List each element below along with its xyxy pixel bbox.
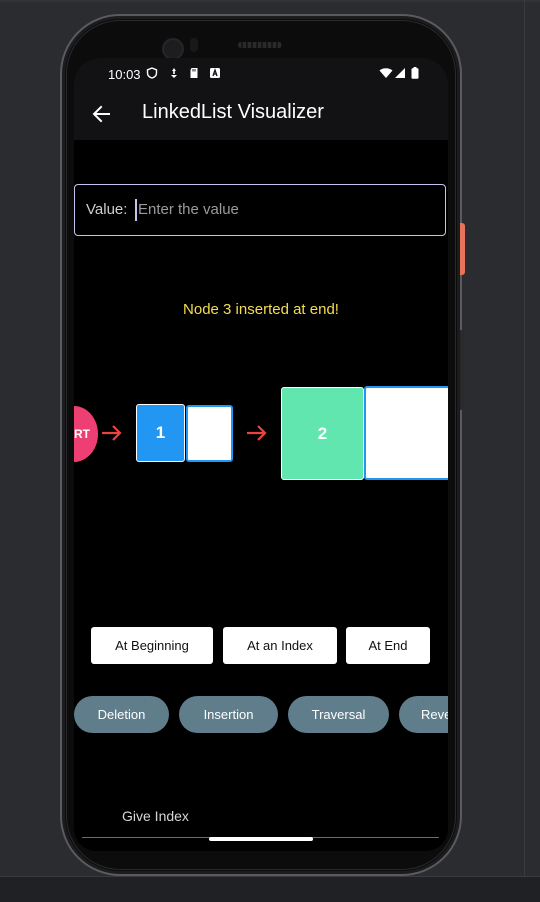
battery-icon bbox=[411, 67, 419, 79]
text-cursor bbox=[135, 199, 137, 221]
status-bar: 10:03 bbox=[74, 58, 448, 88]
value-input-placeholder: Enter the value bbox=[138, 201, 239, 218]
arrow-right-icon bbox=[102, 425, 122, 441]
device-screen: 10:03 LinkedList Visualizer Value: Enter… bbox=[74, 58, 448, 851]
autofill-icon bbox=[210, 67, 220, 78]
volume-button[interactable] bbox=[460, 330, 464, 410]
power-button[interactable] bbox=[460, 223, 465, 275]
start-node: RT bbox=[74, 406, 98, 462]
at-beginning-button[interactable]: At Beginning bbox=[91, 627, 213, 664]
node-1-next-pointer bbox=[186, 405, 233, 462]
traversal-chip[interactable]: Traversal bbox=[288, 696, 389, 733]
shield-icon bbox=[146, 67, 158, 79]
arrow-right-icon bbox=[247, 425, 267, 441]
at-index-button[interactable]: At an Index bbox=[223, 627, 337, 664]
signal-icon bbox=[395, 68, 405, 78]
status-time: 10:03 bbox=[108, 67, 141, 82]
emulator-top-edge bbox=[0, 0, 540, 2]
data-saver-icon bbox=[171, 68, 177, 78]
insertion-chip[interactable]: Insertion bbox=[179, 696, 278, 733]
emulator-bottom-bar bbox=[0, 876, 540, 902]
node-1-data: 1 bbox=[136, 404, 185, 462]
app-bar: LinkedList Visualizer bbox=[74, 88, 448, 140]
node-2-next-pointer bbox=[364, 386, 448, 480]
node-2-value: 2 bbox=[317, 423, 328, 443]
node-1-value: 1 bbox=[155, 423, 166, 442]
sd-card-icon bbox=[190, 68, 198, 78]
sensor-icon bbox=[190, 38, 198, 52]
deletion-chip[interactable]: Deletion bbox=[74, 696, 169, 733]
index-input-placeholder[interactable]: Give Index bbox=[122, 808, 189, 824]
at-end-button[interactable]: At End bbox=[346, 627, 430, 664]
start-node-label: RT bbox=[74, 427, 90, 441]
wifi-icon bbox=[379, 68, 393, 78]
back-arrow-icon[interactable] bbox=[90, 102, 114, 126]
home-indicator[interactable] bbox=[209, 837, 313, 841]
earpiece-speaker bbox=[238, 42, 282, 48]
front-camera-icon bbox=[162, 38, 184, 60]
value-input-label: Value: bbox=[86, 201, 128, 218]
page-title: LinkedList Visualizer bbox=[142, 101, 324, 123]
value-input[interactable]: Value: Enter the value bbox=[74, 184, 446, 236]
status-message: Node 3 inserted at end! bbox=[183, 301, 339, 318]
reverse-chip[interactable]: Reve bbox=[399, 696, 448, 733]
node-2-data: 2 bbox=[281, 387, 364, 480]
emulator-side-edge bbox=[524, 0, 525, 876]
